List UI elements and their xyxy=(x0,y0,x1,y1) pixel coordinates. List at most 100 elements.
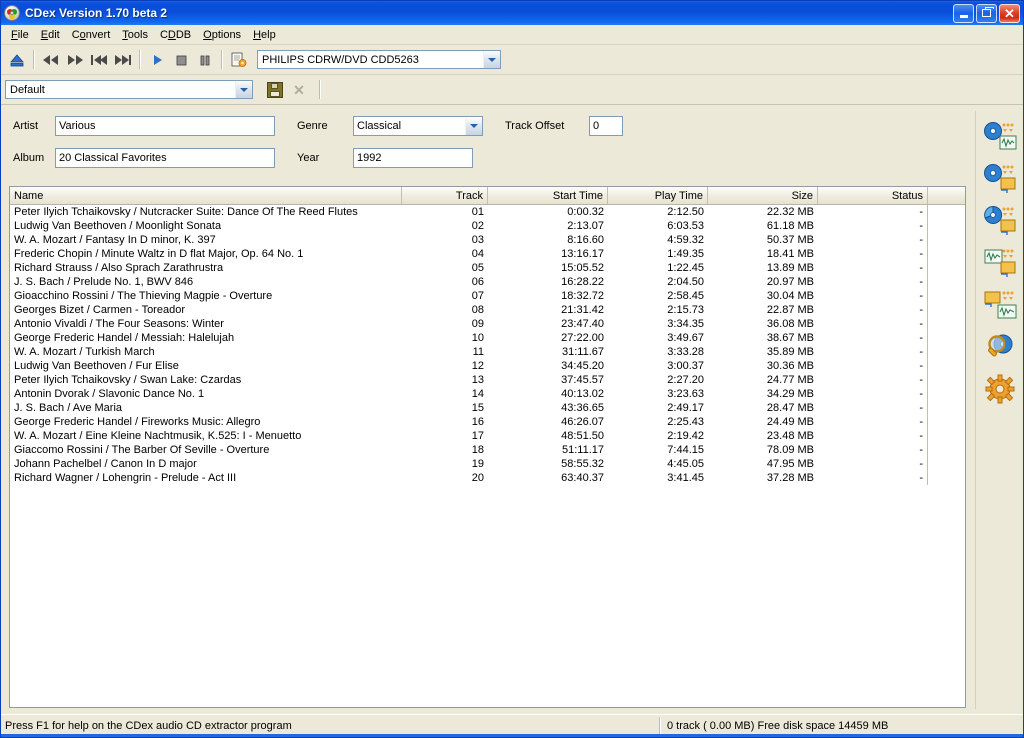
table-row[interactable]: Peter Ilyich Tchaikovsky / Nutcracker Su… xyxy=(10,205,965,219)
close-button[interactable]: ✕ xyxy=(999,3,1020,23)
table-row[interactable]: George Frederic Handel / Fireworks Music… xyxy=(10,415,965,429)
table-row[interactable]: Ludwig Van Beethoven / Fur Elise 12 34:45.… xyxy=(10,359,965,373)
cd-info-button[interactable] xyxy=(980,329,1020,365)
rewind-button[interactable] xyxy=(39,48,63,71)
cell-start: 37:45.57 xyxy=(561,374,604,386)
menu-convert[interactable]: Convert xyxy=(66,27,117,43)
cell-play: 3:49.67 xyxy=(667,332,704,344)
cell-track: 16 xyxy=(471,416,484,428)
table-row[interactable]: Gioacchino Rossini / The Thieving Magpie… xyxy=(10,289,965,303)
cell-track: 15 xyxy=(471,402,484,414)
table-row[interactable]: W. A. Mozart / Turkish March 11 31:11.67 3:… xyxy=(10,345,965,359)
table-row[interactable]: J. S. Bach / Ave Maria 15 43:36.65 2:49.17 2… xyxy=(10,401,965,415)
table-row[interactable]: W. A. Mozart / Fantasy In D minor, K. 39… xyxy=(10,233,965,247)
column-header-name[interactable]: Name xyxy=(10,187,402,204)
cell-track: 13 xyxy=(471,374,484,386)
table-row[interactable]: Richard Wagner / Lohengrin - Prelude - A… xyxy=(10,471,965,485)
restore-button[interactable] xyxy=(976,3,997,23)
track-list-body: Peter Ilyich Tchaikovsky / Nutcracker Su… xyxy=(10,205,965,485)
cell-name: W. A. Mozart / Eine Kleine Nachtmusik, K… xyxy=(14,430,302,442)
toolbar-separator-1 xyxy=(33,50,35,69)
menu-tools[interactable]: Tools xyxy=(116,27,154,43)
minimize-icon xyxy=(959,15,968,18)
cell-track: 05 xyxy=(471,262,484,274)
status-disk-info: 0 track ( 0.00 MB) Free disk space 14459… xyxy=(660,717,1007,735)
menu-file[interactable]: FFileile xyxy=(5,27,35,43)
cell-size: 34.29 MB xyxy=(766,388,814,400)
track-offset-field[interactable]: 0 xyxy=(589,116,623,136)
table-row[interactable]: W. A. Mozart / Eine Kleine Nachtmusik, K… xyxy=(10,429,965,443)
fast-forward-button[interactable] xyxy=(63,48,87,71)
previous-track-button[interactable] xyxy=(87,48,111,71)
column-header-size[interactable]: Size xyxy=(708,187,818,204)
table-row[interactable]: Georges Bizet / Carmen - Toreador 08 21:31… xyxy=(10,303,965,317)
pause-button[interactable] xyxy=(193,48,217,71)
table-row[interactable]: Antonio Vivaldi / The Four Seasons: Wint… xyxy=(10,317,965,331)
settings-button[interactable] xyxy=(980,371,1020,407)
close-icon: ✕ xyxy=(1004,5,1015,21)
cell-track: 11 xyxy=(472,346,484,358)
eject-button[interactable] xyxy=(5,48,29,71)
table-row[interactable]: Ludwig Van Beethoven / Moonlight Sonata 0… xyxy=(10,219,965,233)
menu-edit[interactable]: Edit xyxy=(35,27,66,43)
table-row[interactable]: Giaccomo Rossini / The Barber Of Seville… xyxy=(10,443,965,457)
cddb-settings-button[interactable] xyxy=(227,48,251,71)
cell-status: - xyxy=(818,457,928,471)
profile-selector[interactable]: Default xyxy=(5,80,253,99)
cell-start: 15:05.52 xyxy=(561,262,604,274)
column-header-start-time[interactable]: Start Time xyxy=(488,187,608,204)
save-profile-button[interactable] xyxy=(263,78,287,101)
convert-wav-to-compressed-button[interactable] xyxy=(980,245,1020,281)
menu-options[interactable]: Options xyxy=(197,27,247,43)
resize-grip[interactable] xyxy=(1007,717,1023,735)
cell-size: 78.09 MB xyxy=(766,444,814,456)
album-field[interactable]: 20 Classical Favorites xyxy=(55,148,275,168)
floppy-save-icon xyxy=(267,81,283,98)
restore-icon xyxy=(982,7,994,17)
column-header-play-time[interactable]: Play Time xyxy=(608,187,708,204)
play-button[interactable] xyxy=(145,48,169,71)
minimize-button[interactable] xyxy=(953,3,974,23)
artist-field[interactable]: Various xyxy=(55,116,275,136)
table-row[interactable]: Peter Ilyich Tchaikovsky / Swan Lake: Cz… xyxy=(10,373,965,387)
table-row[interactable]: Antonin Dvorak / Slavonic Dance No. 1 14 4… xyxy=(10,387,965,401)
pause-icon xyxy=(200,55,210,65)
extract-cd-to-compressed-button[interactable] xyxy=(980,161,1020,197)
track-list-header: Name Track Start Time Play Time Size Sta… xyxy=(10,187,965,205)
cell-size: 30.04 MB xyxy=(766,290,814,302)
stop-button[interactable] xyxy=(169,48,193,71)
table-row[interactable]: Johann Pachelbel / Canon In D major 19 58:… xyxy=(10,457,965,471)
convert-compressed-to-wav-button[interactable] xyxy=(980,287,1020,323)
file-to-wave-icon xyxy=(984,291,1016,319)
cell-status: - xyxy=(818,359,928,373)
extract-partial-cd-button[interactable] xyxy=(980,203,1020,239)
column-header-status[interactable]: Status xyxy=(818,187,928,204)
table-row[interactable]: George Frederic Handel / Messiah: Halelu… xyxy=(10,331,965,345)
track-list[interactable]: Name Track Start Time Play Time Size Sta… xyxy=(9,186,966,708)
extract-cd-to-wav-button[interactable] xyxy=(980,119,1020,155)
cell-track: 07 xyxy=(471,290,484,302)
year-field[interactable]: 1992 xyxy=(353,148,473,168)
table-row[interactable]: J. S. Bach / Prelude No. 1, BWV 846 06 16:… xyxy=(10,275,965,289)
table-row[interactable]: Frederic Chopin / Minute Waltz in D flat… xyxy=(10,247,965,261)
cell-play: 3:00.37 xyxy=(667,360,704,372)
cd-to-wave-icon xyxy=(983,122,1016,150)
cd-disc-icon xyxy=(4,5,20,21)
chevron-down-icon[interactable] xyxy=(483,51,500,68)
chevron-down-icon[interactable] xyxy=(235,81,252,98)
window-controls: ✕ xyxy=(953,3,1021,23)
year-label: Year xyxy=(297,152,320,164)
cell-name: George Frederic Handel / Messiah: Halelu… xyxy=(14,332,235,344)
menu-cddb[interactable]: CDDB xyxy=(154,27,197,43)
cell-start: 43:36.65 xyxy=(561,402,604,414)
menu-help[interactable]: Help xyxy=(247,27,282,43)
chevron-down-icon[interactable] xyxy=(465,117,482,135)
drive-selector[interactable]: PHILIPS CDRW/DVD CDD5263 xyxy=(257,50,501,69)
cell-status: - xyxy=(818,303,928,317)
rewind-icon xyxy=(43,54,58,65)
table-row[interactable]: Richard Strauss / Also Sprach Zarathrust… xyxy=(10,261,965,275)
column-header-track[interactable]: Track xyxy=(402,187,488,204)
genre-selector[interactable]: Classical xyxy=(353,116,483,136)
next-track-button[interactable] xyxy=(111,48,135,71)
cell-status: - xyxy=(818,345,928,359)
